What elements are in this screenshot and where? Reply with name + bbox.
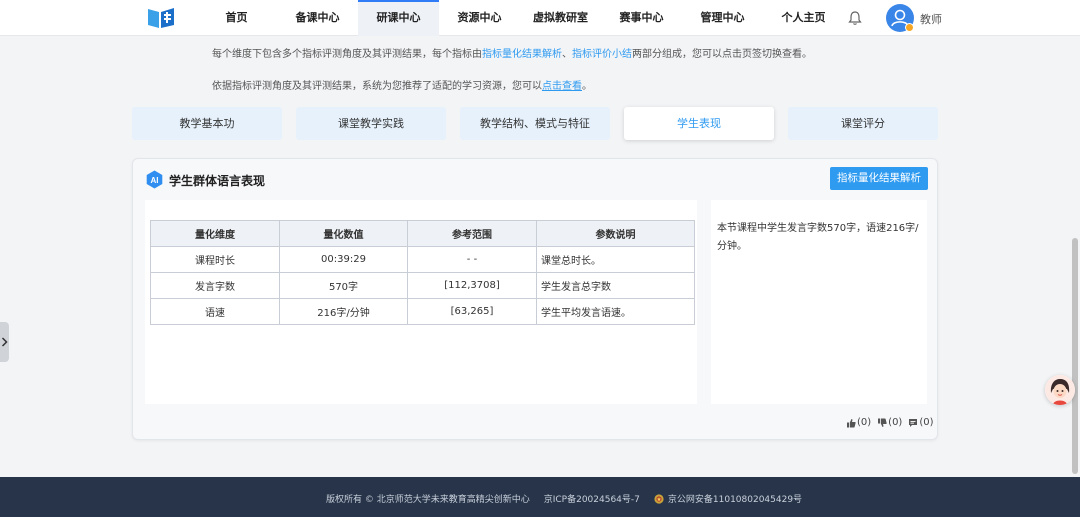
- summary-panel: 本节课程中学生发言字数570字，语速216字/分钟。: [711, 200, 927, 404]
- cell-value: 216字/分钟: [279, 298, 408, 325]
- cell-range: [63,265]: [407, 298, 537, 325]
- thumbs-up-icon: [847, 418, 856, 427]
- intro-line-2: 依据指标评测角度及其评测结果，系统为您推荐了适配的学习资源，您可以点击查看。: [212, 77, 592, 92]
- assistant-avatar-icon: [1045, 375, 1075, 405]
- view-resources-link[interactable]: 点击查看: [542, 81, 582, 92]
- footer-icp[interactable]: 京ICP备20024564号-7: [544, 492, 640, 505]
- highlight-quant-analysis: 指标量化结果解析: [482, 49, 562, 60]
- user-name[interactable]: 教师: [920, 11, 942, 27]
- nav-item-management[interactable]: 管理中心: [682, 0, 763, 36]
- quant-analysis-button[interactable]: 指标量化结果解析: [830, 167, 928, 190]
- tab-classroom-practice[interactable]: 课堂教学实践: [296, 107, 446, 140]
- table-row: 课程时长 00:39:29 - - 课堂总时长。: [150, 246, 695, 273]
- tab-student-performance[interactable]: 学生表现: [624, 107, 774, 140]
- card-title: 学生群体语言表现: [169, 174, 266, 188]
- table-row: 发言字数 570字 [112,3708] 学生发言总字数: [150, 272, 695, 299]
- dimension-tabs: 教学基本功 课堂教学实践 教学结构、模式与特征 学生表现 课堂评分: [132, 107, 938, 140]
- header-description: 参数说明: [536, 220, 695, 247]
- tab-class-score[interactable]: 课堂评分: [788, 107, 938, 140]
- cell-description: 课堂总时长。: [536, 246, 695, 273]
- reaction-bar: (0) (0) (0): [846, 417, 934, 428]
- nav-item-virtual-lab[interactable]: 虚拟教研室: [520, 0, 601, 36]
- intro-separator: 、: [562, 49, 572, 60]
- header-dimension: 量化维度: [150, 220, 280, 247]
- bell-icon[interactable]: [847, 10, 863, 26]
- svg-text:AI: AI: [151, 176, 159, 185]
- intro-line-1: 每个维度下包含多个指标评测角度及其评测结果，每个指标由指标量化结果解析、指标评价…: [212, 45, 812, 60]
- ai-icon: AI: [146, 170, 163, 189]
- metrics-panel: 量化维度 量化数值 参考范围 参数说明 课程时长 00:39:29 - - 课堂…: [145, 200, 697, 404]
- metrics-table: 量化维度 量化数值 参考范围 参数说明 课程时长 00:39:29 - - 课堂…: [150, 220, 695, 325]
- comment-count: (0): [919, 417, 934, 428]
- logo-icon[interactable]: [146, 6, 176, 30]
- police-badge-icon: [654, 493, 664, 504]
- nav-item-competitions[interactable]: 赛事中心: [601, 0, 682, 36]
- summary-text: 本节课程中学生发言字数570字，语速216字/分钟。: [717, 223, 919, 252]
- intro-text: 。: [582, 81, 592, 92]
- highlight-eval-summary: 指标评价小结: [572, 49, 632, 60]
- assistant-avatar-button[interactable]: [1045, 375, 1075, 405]
- nav-item-lesson-research[interactable]: 研课中心: [358, 0, 439, 36]
- chevron-right-icon: [1, 337, 8, 347]
- cell-range: [112,3708]: [407, 272, 537, 299]
- cell-value: 00:39:29: [279, 246, 408, 273]
- nav-item-lesson-prep[interactable]: 备课中心: [277, 0, 358, 36]
- footer-police[interactable]: 京公网安备11010802045429号: [668, 492, 802, 505]
- header-range: 参考范围: [407, 220, 537, 247]
- tab-teaching-basics[interactable]: 教学基本功: [132, 107, 282, 140]
- intro-text: 每个维度下包含多个指标评测角度及其评测结果，每个指标由: [212, 49, 482, 60]
- intro-text: 依据指标评测角度及其评测结果，系统为您推荐了适配的学习资源，您可以: [212, 81, 542, 92]
- nav-item-home[interactable]: 首页: [196, 0, 277, 36]
- tab-teaching-structure[interactable]: 教学结构、模式与特征: [460, 107, 610, 140]
- scrollbar-thumb[interactable]: [1072, 238, 1078, 474]
- like-button[interactable]: (0): [846, 417, 871, 428]
- sidebar-toggle[interactable]: [0, 322, 9, 362]
- footer-copyright: 版权所有 © 北京师范大学未来教育高精尖创新中心: [326, 495, 530, 505]
- cell-dimension: 课程时长: [150, 246, 280, 273]
- cell-description: 学生平均发言语速。: [536, 298, 695, 325]
- top-nav: 首页 备课中心 研课中心 资源中心 虚拟教研室 赛事中心 管理中心 个人主页 教…: [0, 0, 1080, 36]
- dislike-button[interactable]: (0): [877, 417, 902, 428]
- indicator-card: AI 学生群体语言表现 指标量化结果解析 量化维度 量化数值 参考范围 参数说明…: [132, 158, 938, 440]
- nav-menu: 首页 备课中心 研课中心 资源中心 虚拟教研室 赛事中心 管理中心 个人主页: [196, 0, 844, 36]
- cell-description: 学生发言总字数: [536, 272, 695, 299]
- cell-dimension: 发言字数: [150, 272, 280, 299]
- table-header-row: 量化维度 量化数值 参考范围 参数说明: [150, 220, 695, 247]
- cell-range: - -: [407, 246, 537, 273]
- like-count: (0): [857, 417, 872, 428]
- thumbs-down-icon: [878, 418, 887, 427]
- nav-item-profile[interactable]: 个人主页: [763, 0, 844, 36]
- intro-text: 两部分组成，您可以点击页签切换查看。: [632, 49, 812, 60]
- dislike-count: (0): [888, 417, 903, 428]
- nav-item-resources[interactable]: 资源中心: [439, 0, 520, 36]
- cell-value: 570字: [279, 272, 408, 299]
- comment-button[interactable]: (0): [908, 417, 934, 428]
- header-value: 量化数值: [279, 220, 408, 247]
- table-row: 语速 216字/分钟 [63,265] 学生平均发言语速。: [150, 298, 695, 325]
- cell-dimension: 语速: [150, 298, 280, 325]
- status-dot: [905, 23, 914, 32]
- footer: 版权所有 © 北京师范大学未来教育高精尖创新中心 京ICP备20024564号-…: [0, 477, 1080, 517]
- comment-icon: [909, 418, 918, 427]
- footer-content: 版权所有 © 北京师范大学未来教育高精尖创新中心 京ICP备20024564号-…: [326, 492, 816, 505]
